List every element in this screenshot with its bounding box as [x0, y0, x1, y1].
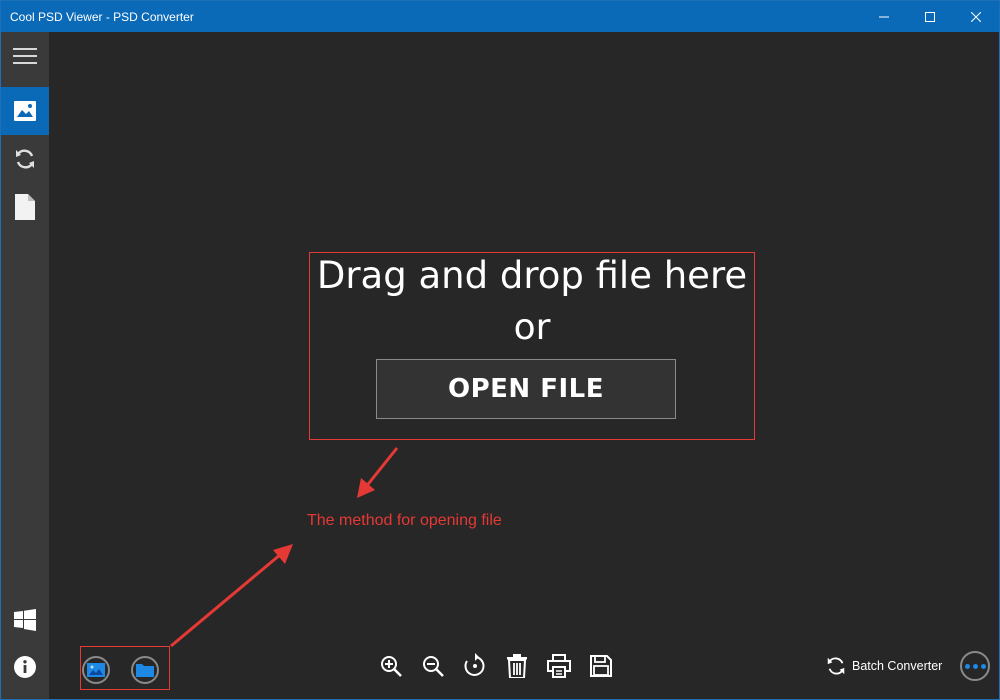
- zoom-in-icon: [381, 656, 402, 677]
- convert-sync-icon: [16, 149, 34, 169]
- print-button[interactable]: [545, 652, 573, 680]
- hamburger-menu-icon: [13, 48, 37, 64]
- close-icon: [971, 11, 981, 22]
- save-icon: [590, 655, 612, 677]
- more-dot-icon: [972, 663, 978, 669]
- batch-converter-button[interactable]: Batch Converter: [825, 652, 942, 680]
- print-icon: [547, 654, 571, 678]
- more-dot-icon: [980, 663, 986, 669]
- window-title: Cool PSD Viewer - PSD Converter: [10, 9, 194, 24]
- minimize-button[interactable]: [861, 1, 907, 32]
- open-image-button[interactable]: [82, 656, 110, 684]
- app-window: Cool PSD Viewer - PSD Converter Drag and…: [0, 0, 1000, 700]
- batch-converter-label: Batch Converter: [852, 659, 943, 673]
- sidebar-item-info[interactable]: [1, 643, 49, 691]
- maximize-button[interactable]: [907, 1, 953, 32]
- sidebar-item-converter[interactable]: [1, 135, 49, 183]
- title-bar: Cool PSD Viewer - PSD Converter: [1, 1, 999, 32]
- drop-zone[interactable]: Drag and drop file here or OPEN FILE: [309, 252, 755, 440]
- sidebar-item-viewer[interactable]: [1, 87, 49, 135]
- batch-convert-icon: [827, 657, 845, 675]
- sidebar-item-windows[interactable]: [1, 596, 49, 644]
- main-area: Drag and drop file here or OPEN FILE The…: [49, 32, 999, 699]
- more-dot-icon: [964, 663, 970, 669]
- sidebar-menu-button[interactable]: [1, 32, 49, 80]
- drop-instruction: Drag and drop file here: [316, 254, 748, 297]
- delete-button[interactable]: [503, 652, 531, 680]
- document-icon: [15, 194, 35, 220]
- annotation-label: The method for opening file: [307, 512, 502, 529]
- windows-logo-icon: [14, 609, 36, 631]
- open-buttons-highlight: [80, 646, 170, 690]
- delete-icon: [507, 654, 527, 678]
- sidebar-item-document[interactable]: [1, 183, 49, 231]
- maximize-icon: [925, 11, 935, 22]
- image-icon: [14, 101, 36, 121]
- save-button[interactable]: [587, 652, 615, 680]
- open-file-button[interactable]: OPEN FILE: [376, 359, 676, 419]
- sidebar: [1, 32, 49, 699]
- rotate-icon: [464, 653, 485, 676]
- open-folder-icon: [136, 664, 154, 677]
- open-image-icon: [87, 663, 105, 677]
- or-label: or: [513, 307, 551, 348]
- info-icon: [14, 656, 36, 678]
- zoom-out-icon: [423, 656, 444, 677]
- open-folder-button[interactable]: [131, 656, 159, 684]
- close-button[interactable]: [953, 1, 999, 32]
- zoom-out-button[interactable]: [419, 652, 447, 680]
- rotate-button[interactable]: [461, 652, 489, 680]
- minimize-icon: [879, 16, 889, 17]
- more-options-button[interactable]: [960, 651, 990, 681]
- zoom-in-button[interactable]: [377, 652, 405, 680]
